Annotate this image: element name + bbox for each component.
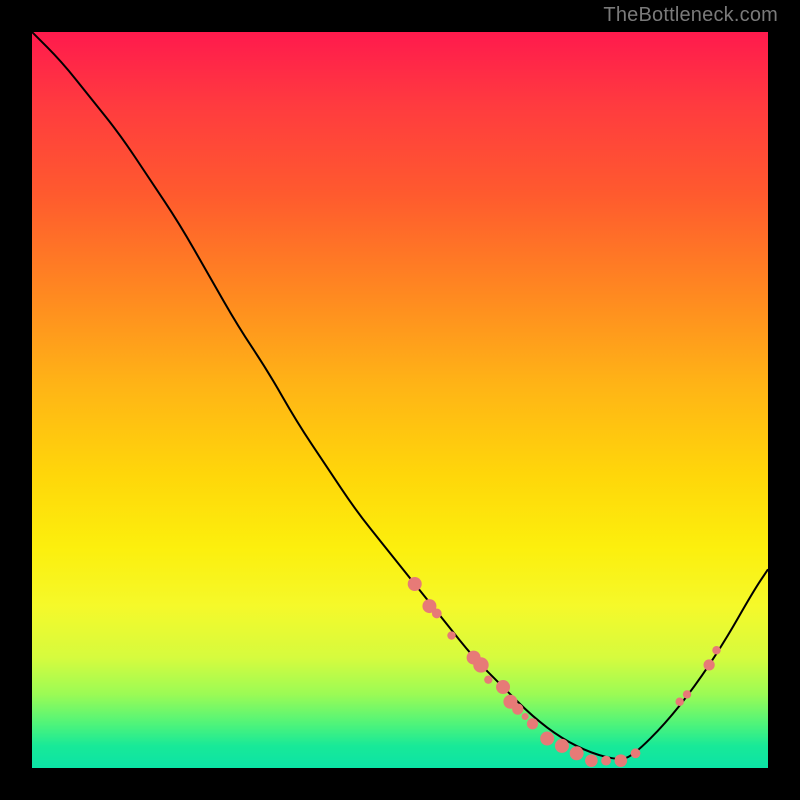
data-marker (522, 713, 529, 720)
data-marker (704, 659, 715, 670)
plot-area (32, 32, 768, 768)
data-marker (512, 704, 523, 715)
data-marker (527, 718, 538, 729)
data-marker (631, 748, 641, 758)
curve-layer (32, 32, 768, 768)
data-marker (473, 657, 488, 672)
data-marker (408, 577, 422, 591)
data-marker (432, 609, 442, 619)
data-marker (585, 754, 598, 767)
data-marker (484, 675, 492, 683)
data-marker (615, 754, 628, 767)
data-marker (540, 732, 554, 746)
data-marker (447, 631, 455, 639)
source-label: TheBottleneck.com (603, 4, 778, 27)
bottleneck-curve (32, 32, 768, 759)
data-marker (712, 646, 720, 654)
data-marker (601, 756, 611, 766)
data-marker (570, 746, 584, 760)
data-marker (683, 690, 691, 698)
chart-frame: TheBottleneck.com (0, 0, 800, 800)
data-marker (675, 698, 683, 706)
data-marker (496, 680, 510, 694)
data-marker (555, 739, 569, 753)
